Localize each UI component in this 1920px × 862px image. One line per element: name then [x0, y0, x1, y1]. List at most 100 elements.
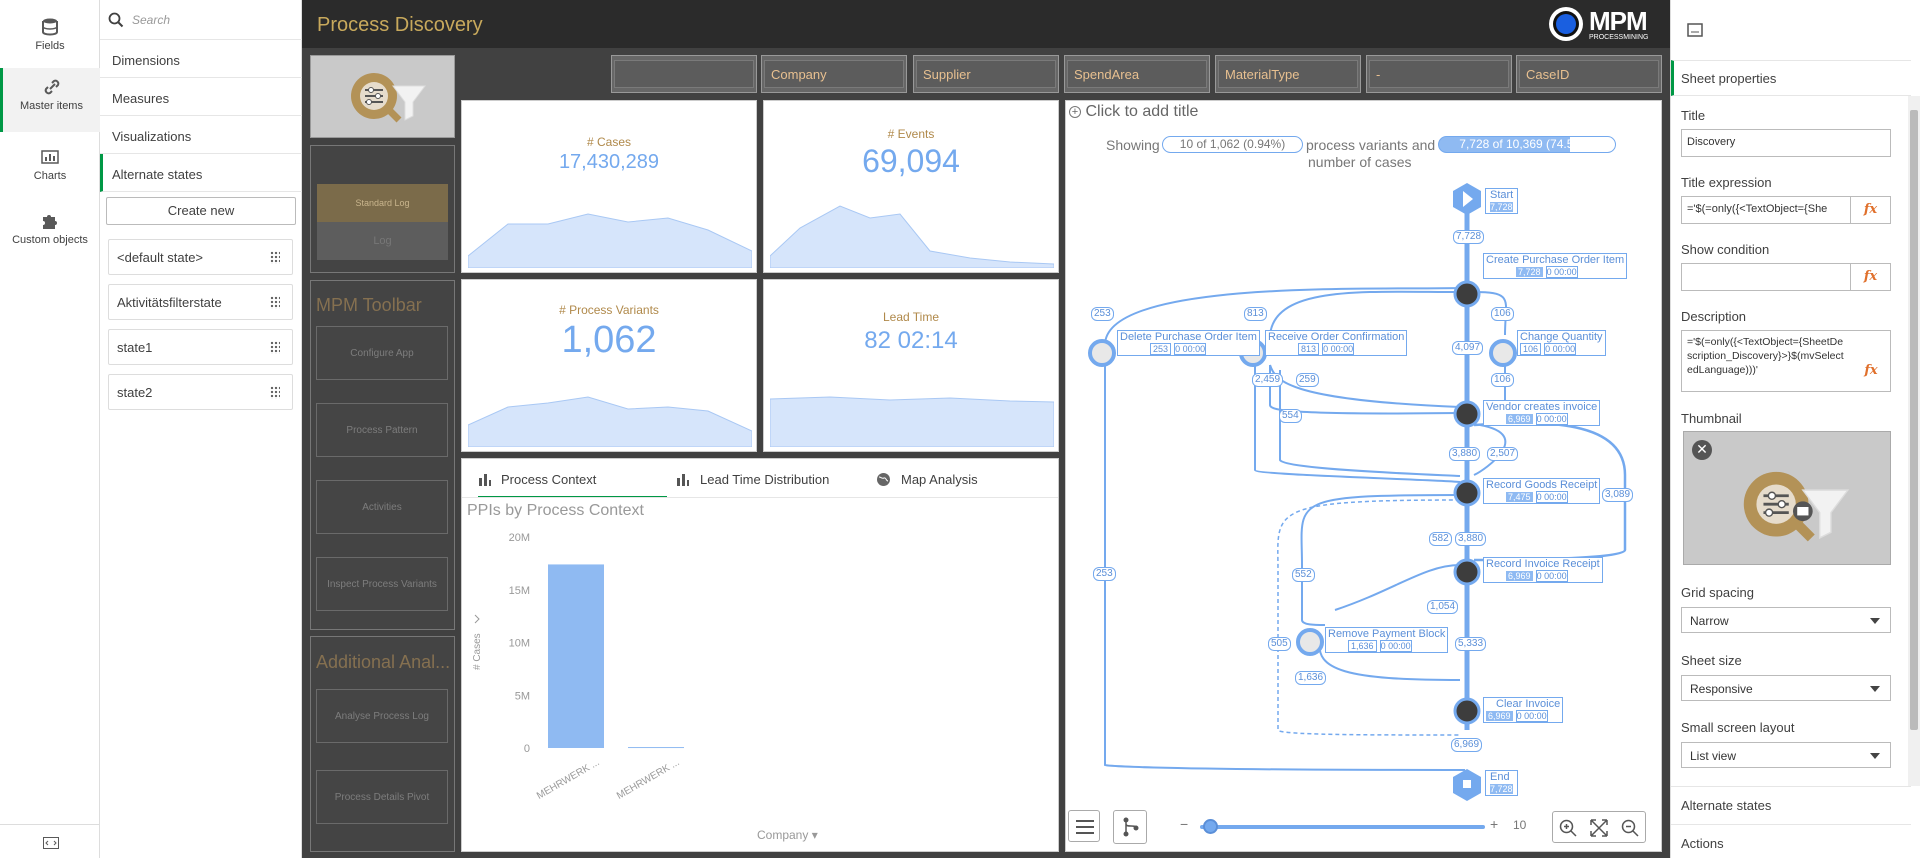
bar[interactable] — [548, 564, 604, 748]
tab-map-analysis[interactable]: Map Analysis — [876, 470, 996, 498]
bar-chart-icon — [41, 150, 59, 164]
nav-bottom[interactable] — [0, 824, 100, 858]
sheet-size-select[interactable]: Responsive — [1681, 675, 1891, 701]
grid-spacing-select[interactable]: Narrow — [1681, 607, 1891, 633]
drag-handle-icon[interactable] — [270, 296, 280, 309]
scrollbar[interactable] — [1908, 96, 1920, 786]
show-condition-fx-button[interactable]: fx — [1851, 263, 1891, 291]
title-input[interactable]: Discovery — [1681, 129, 1891, 157]
drag-handle-icon[interactable] — [270, 386, 280, 399]
nav-custom-objects[interactable]: Custom objects — [0, 202, 100, 262]
activities-button[interactable]: Activities — [316, 480, 448, 534]
standard-log-button[interactable]: Standard Log — [317, 184, 448, 222]
category-visualizations[interactable]: Visualizations — [100, 116, 302, 154]
kpi-variants[interactable]: # Process Variants 1,062 — [461, 279, 757, 452]
state-item-aktivitaet[interactable]: Aktivitätsfilterstate — [108, 284, 293, 320]
drag-handle-icon[interactable] — [270, 251, 280, 264]
title-expression-input[interactable]: ='$(=only({<TextObject={She — [1681, 196, 1851, 224]
edge-label: 505 — [1268, 637, 1291, 651]
search-input[interactable]: Search — [132, 13, 170, 27]
sheet-properties-header[interactable]: Sheet properties — [1671, 60, 1911, 96]
show-condition-input[interactable] — [1681, 263, 1851, 291]
menu-button[interactable] — [1068, 810, 1100, 842]
logo-subtext: PROCESSMINING — [1589, 34, 1649, 41]
kpi-label: # Cases — [586, 135, 632, 149]
edge-label: 1,636 — [1295, 671, 1327, 685]
zoom-in-icon[interactable] — [1559, 819, 1577, 837]
search-bar[interactable]: Search — [100, 0, 302, 40]
node-vendor-invoice[interactable]: Vendor creates invoice 6,969 0 00:00 — [1483, 400, 1601, 426]
category-dimensions[interactable]: Dimensions — [100, 40, 302, 78]
graph-layout-button[interactable] — [1113, 810, 1147, 844]
nav-master-items[interactable]: Master items — [0, 68, 100, 132]
state-item-default[interactable]: <default state> — [108, 239, 293, 275]
filter-materialtype[interactable]: MaterialType — [1215, 55, 1361, 93]
description-fx-button[interactable]: fx — [1851, 358, 1891, 384]
slider-minus[interactable]: − — [1180, 816, 1188, 832]
nav-fields[interactable]: Fields — [0, 8, 100, 68]
node-clear-invoice[interactable]: Clear Invoice 6,969 0 00:00 — [1483, 697, 1564, 723]
node-receive-confirmation[interactable]: Receive Order Confirmation 813 0 00:00 — [1265, 330, 1408, 356]
fit-screen-icon[interactable] — [1590, 819, 1608, 837]
ppi-bar-chart[interactable]: 20M 15M 10M 5M 0 # Cases MEHRWERK ... MEHRWERK … — [462, 525, 1058, 850]
analyse-log-button[interactable]: Analyse Process Log — [316, 689, 448, 743]
node-start[interactable]: Start 7,728 — [1485, 188, 1519, 214]
bar[interactable] — [628, 747, 684, 749]
tab-lead-time[interactable]: Lead Time Distribution — [676, 470, 846, 498]
state-label: Aktivitätsfilterstate — [117, 295, 222, 310]
filter-spendarea[interactable]: SpendArea — [1064, 55, 1210, 93]
thumbnail-preview[interactable]: ✕ — [1683, 431, 1891, 565]
state-item-state2[interactable]: state2 — [108, 374, 293, 410]
nav-charts[interactable]: Charts — [0, 138, 100, 198]
filter-dash[interactable]: - — [1366, 55, 1512, 93]
filter-empty[interactable] — [611, 55, 757, 93]
filter-caseid[interactable]: CaseID — [1516, 55, 1662, 93]
process-details-button[interactable]: Process Details Pivot — [316, 770, 448, 824]
tab-process-context[interactable]: Process Context — [478, 470, 667, 498]
kpi-events[interactable]: # Events 69,094 — [763, 100, 1059, 273]
title-expression-fx-button[interactable]: fx — [1851, 196, 1891, 224]
kpi-leadtime[interactable]: Lead Time 82 02:14 — [763, 279, 1059, 452]
inspect-variants-button[interactable]: Inspect Process Variants — [316, 557, 448, 611]
x-axis-label[interactable]: Company ▾ — [757, 828, 818, 842]
y-axis-label[interactable]: # Cases — [472, 633, 483, 670]
node-time: 0 00:00 — [1515, 710, 1548, 722]
process-pattern-button[interactable]: Process Pattern — [316, 403, 448, 457]
remove-thumbnail-icon[interactable]: ✕ — [1692, 440, 1712, 460]
y-axis-arrow-icon[interactable] — [474, 614, 480, 624]
category-alternate-states[interactable]: Alternate states — [100, 154, 302, 192]
scrollbar-thumb[interactable] — [1910, 110, 1918, 730]
node-change-quantity[interactable]: Change Quantity 106 0 00:00 — [1517, 330, 1606, 356]
node-end[interactable]: End 7,728 — [1485, 770, 1518, 796]
create-new-button[interactable]: Create new — [106, 197, 296, 225]
kpi-cases[interactable]: # Cases 17,430,289 — [461, 100, 757, 273]
drag-handle-icon[interactable] — [270, 341, 280, 354]
node-delete-po[interactable]: Delete Purchase Order Item 253 0 00:00 — [1117, 330, 1260, 356]
edge-label: 1,054 — [1427, 600, 1459, 614]
y-tick-label: 10M — [509, 638, 530, 650]
alternate-states-section[interactable]: Alternate states — [1671, 786, 1911, 824]
zoom-out-icon[interactable] — [1621, 819, 1639, 837]
node-name: Create Purchase Order Item — [1486, 254, 1625, 266]
variant-slider-handle[interactable] — [1203, 819, 1218, 834]
small-screen-select[interactable]: List view — [1681, 742, 1891, 768]
node-invoice-receipt[interactable]: Record Invoice Receipt 6,969 0 00:00 — [1483, 557, 1603, 583]
category-measures[interactable]: Measures — [100, 78, 302, 116]
node-remove-block[interactable]: Remove Payment Block 1,636 0 00:00 — [1325, 627, 1449, 653]
log-button[interactable]: Log — [317, 222, 448, 260]
variant-slider-track[interactable] — [1200, 825, 1485, 829]
slider-plus[interactable]: + — [1490, 816, 1498, 832]
sheet-icon[interactable] — [1687, 23, 1703, 37]
filter-logo-button[interactable] — [310, 55, 455, 138]
variants-sparkline — [468, 396, 752, 447]
node-create-po[interactable]: Create Purchase Order Item 7,728 0 00:00 — [1483, 253, 1628, 279]
node-goods-receipt[interactable]: Record Goods Receipt 7,475 0 00:00 — [1483, 478, 1601, 504]
node-stat: 6,969 — [1506, 414, 1533, 424]
filter-supplier[interactable]: Supplier — [913, 55, 1059, 93]
configure-app-button[interactable]: Configure App — [316, 326, 448, 380]
add-title-prompt[interactable]: + Click to add title — [1069, 103, 1198, 121]
state-item-state1[interactable]: state1 — [108, 329, 293, 365]
filter-company[interactable]: Company — [761, 55, 907, 93]
cases-text: number of cases — [1308, 154, 1412, 170]
actions-section[interactable]: Actions — [1671, 824, 1911, 862]
